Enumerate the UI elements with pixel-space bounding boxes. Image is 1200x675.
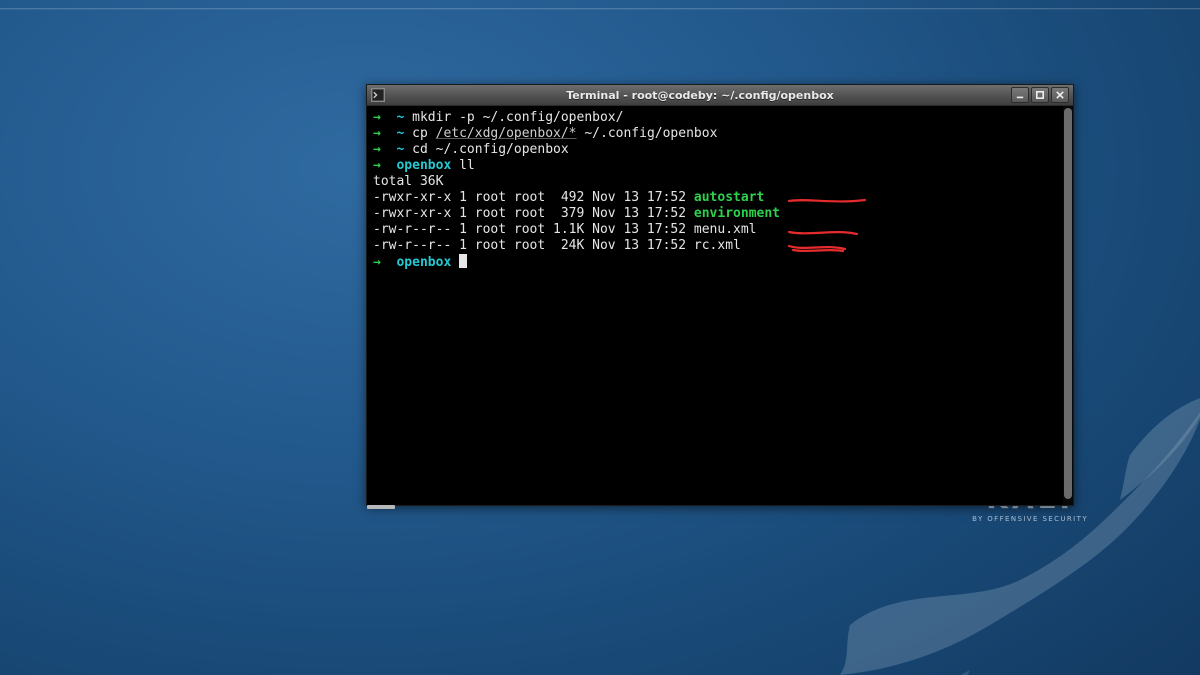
window-title: Terminal - root@codeby: ~/.config/openbo… <box>389 89 1011 102</box>
close-button[interactable] <box>1051 87 1069 103</box>
terminal-output[interactable]: → ~ mkdir -p ~/.config/openbox/ → ~ cp /… <box>373 110 1067 271</box>
panel-edge <box>0 8 1200 10</box>
desktop: KALI BY OFFENSIVE SECURITY Terminal - ro… <box>0 0 1200 675</box>
maximize-button[interactable] <box>1031 87 1049 103</box>
titlebar[interactable]: Terminal - root@codeby: ~/.config/openbo… <box>367 85 1073 106</box>
terminal-body[interactable]: → ~ mkdir -p ~/.config/openbox/ → ~ cp /… <box>367 106 1073 505</box>
scrollbar-thumb[interactable] <box>1064 108 1072 499</box>
terminal-window[interactable]: Terminal - root@codeby: ~/.config/openbo… <box>366 84 1074 506</box>
distro-tagline: BY OFFENSIVE SECURITY <box>972 515 1088 523</box>
minimize-button[interactable] <box>1011 87 1029 103</box>
scrollbar[interactable] <box>1063 106 1073 505</box>
resize-grip[interactable] <box>367 505 395 509</box>
terminal-icon <box>371 88 385 102</box>
